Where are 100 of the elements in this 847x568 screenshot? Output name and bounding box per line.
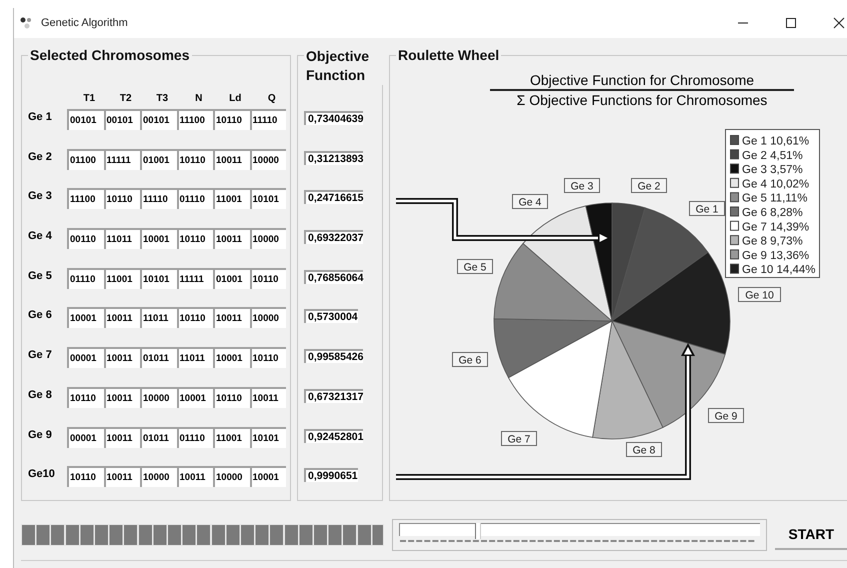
- gene-field[interactable]: 10011: [176, 466, 213, 488]
- gene-field[interactable]: 10101: [250, 426, 286, 448]
- row-label: Ge 6: [28, 308, 53, 322]
- value-field[interactable]: 0,9990651: [304, 468, 358, 482]
- gene-field[interactable]: 11111: [176, 268, 213, 289]
- gene-field[interactable]: 10110: [250, 268, 286, 289]
- gene-field[interactable]: 00110: [67, 228, 104, 250]
- column-header: T2: [118, 92, 133, 104]
- gene-field[interactable]: 10000: [250, 228, 286, 250]
- gene-field[interactable]: 11110: [250, 109, 286, 130]
- column-header: T1: [82, 92, 96, 104]
- gene-field[interactable]: 00101: [104, 109, 140, 130]
- gene-field[interactable]: 10001: [67, 307, 104, 328]
- gene-field[interactable]: 01110: [67, 268, 104, 289]
- legend-label: Ge 3 3,57%: [742, 164, 803, 176]
- gene-field[interactable]: 00101: [140, 109, 176, 130]
- gene-field[interactable]: 01001: [140, 148, 176, 170]
- gene-field[interactable]: 10011: [104, 386, 140, 408]
- gene-field[interactable]: 10101: [140, 268, 176, 289]
- gene-field[interactable]: 10110: [176, 307, 213, 328]
- legend-label: Ge 8 9,73%: [742, 236, 803, 248]
- gene-field[interactable]: 10110: [67, 386, 104, 408]
- close-icon[interactable]: [833, 17, 845, 29]
- gene-field[interactable]: 10000: [250, 307, 286, 328]
- gene-field[interactable]: 10000: [250, 148, 286, 170]
- gene-field[interactable]: 10011: [104, 426, 140, 448]
- window-title: Genetic Algorithm: [41, 17, 128, 29]
- gene-field[interactable]: 10110: [176, 228, 213, 250]
- value-field[interactable]: 0,99585426: [304, 349, 364, 364]
- legend-label: Ge 9 13,36%: [742, 250, 810, 262]
- gene-field[interactable]: 11001: [104, 268, 140, 289]
- gene-field[interactable]: 11011: [140, 307, 176, 328]
- slice-label: Ge 1: [689, 201, 725, 216]
- gene-field[interactable]: 11011: [176, 347, 213, 368]
- value-field[interactable]: 0,67321317: [304, 388, 364, 403]
- value-field[interactable]: 0,24716615: [304, 190, 364, 204]
- gene-field[interactable]: 11001: [213, 426, 250, 448]
- slice-label: Ge 10: [738, 287, 781, 302]
- gene-field[interactable]: 01110: [176, 188, 213, 210]
- gene-field[interactable]: 00001: [67, 347, 104, 368]
- legend-label: Ge 7 14,39%: [742, 221, 810, 234]
- gene-field[interactable]: 10001: [250, 466, 286, 488]
- gene-field[interactable]: 10011: [213, 148, 250, 170]
- value-field[interactable]: 0,31213893: [304, 150, 364, 165]
- gene-field[interactable]: 10110: [250, 347, 286, 368]
- column-header: N: [194, 92, 204, 104]
- legend-label: Ge 4 10,02%: [742, 178, 810, 190]
- gene-field[interactable]: 10011: [104, 347, 140, 368]
- gene-field[interactable]: 11111: [104, 148, 140, 170]
- legend-label: Ge 2 4,51%: [742, 150, 803, 162]
- gene-field[interactable]: 10101: [250, 188, 286, 210]
- gene-field[interactable]: 10000: [140, 386, 176, 408]
- slider[interactable]: [392, 519, 768, 551]
- slice-label: Ge 6: [452, 352, 488, 367]
- slice-label: Ge 2: [638, 180, 661, 192]
- gene-field[interactable]: 10011: [213, 228, 250, 250]
- gene-field[interactable]: 11110: [140, 188, 176, 210]
- maximize-icon[interactable]: [785, 17, 797, 29]
- gene-field[interactable]: 11100: [67, 188, 104, 210]
- gene-field[interactable]: 11001: [213, 188, 250, 210]
- gene-field[interactable]: 01100: [67, 148, 104, 170]
- value-field[interactable]: 0,73404639: [304, 111, 364, 125]
- slice-label: Ge 5: [457, 259, 493, 274]
- slice-label: Ge 3: [564, 178, 600, 193]
- gene-field[interactable]: 01011: [140, 347, 176, 368]
- gene-field[interactable]: 00001: [67, 426, 104, 448]
- gene-field[interactable]: 11100: [176, 109, 213, 130]
- gene-field[interactable]: 10110: [213, 109, 250, 130]
- row-label: Ge 4: [28, 229, 53, 242]
- value-field[interactable]: 0,5730004: [304, 309, 358, 324]
- gene-field[interactable]: 10000: [140, 466, 176, 488]
- row-label: Ge 8: [28, 388, 53, 401]
- gene-field[interactable]: 10110: [213, 386, 250, 408]
- gene-field[interactable]: 10001: [140, 228, 176, 250]
- row-label: Ge 2: [28, 150, 53, 163]
- gene-field[interactable]: 01110: [176, 426, 213, 448]
- slider-thumb[interactable]: [475, 523, 482, 539]
- gene-field[interactable]: 10110: [104, 188, 140, 210]
- slice-label: Ge 8: [626, 442, 662, 457]
- gene-field[interactable]: 01001: [213, 268, 250, 289]
- gene-field[interactable]: 10011: [104, 307, 140, 328]
- gene-field[interactable]: 10110: [67, 466, 104, 488]
- gene-field[interactable]: 10011: [104, 466, 140, 488]
- row-label: Ge 7: [28, 348, 53, 362]
- value-field[interactable]: 0,76856064: [304, 270, 364, 284]
- gene-field[interactable]: 11011: [104, 228, 140, 250]
- slice-label: Ge 2: [631, 178, 667, 193]
- gene-field[interactable]: 10001: [176, 386, 213, 408]
- gene-field[interactable]: 10011: [213, 307, 250, 328]
- gene-field[interactable]: 01011: [140, 426, 176, 448]
- slice-label: Ge 10: [745, 290, 774, 302]
- value-field[interactable]: 0,92452801: [304, 428, 364, 442]
- gene-field[interactable]: 10011: [250, 386, 286, 408]
- formula-denominator: Σ Objective Functions for Chromosomes: [516, 91, 768, 108]
- value-field[interactable]: 0,69322037: [304, 230, 364, 244]
- gene-field[interactable]: 10001: [213, 347, 250, 368]
- gene-field[interactable]: 10000: [213, 466, 250, 488]
- gene-field[interactable]: 00101: [67, 109, 104, 130]
- gene-field[interactable]: 10110: [176, 148, 213, 170]
- slice-label: Ge 8: [632, 444, 656, 456]
